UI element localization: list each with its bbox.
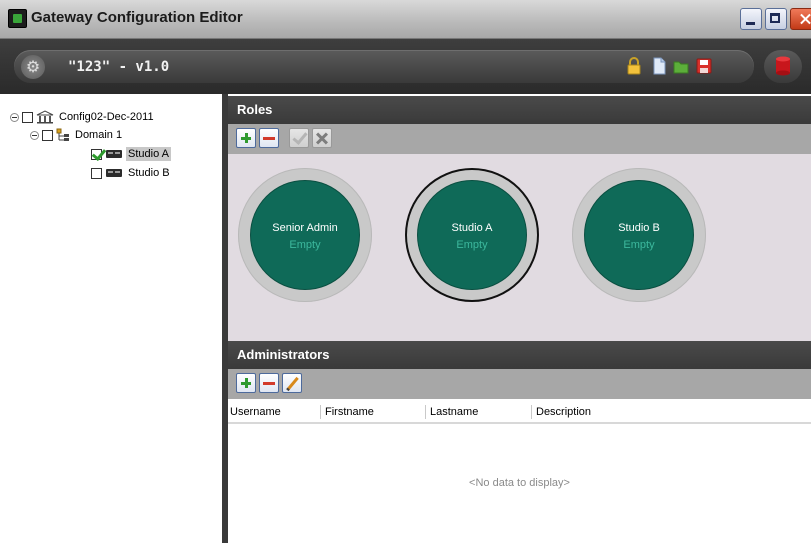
collapse-icon[interactable] [10, 112, 19, 122]
add-role-button[interactable] [236, 128, 256, 148]
config-tree-panel: Config02-Dec-2011 Domain 1 Studio A Stud… [0, 94, 228, 543]
administrators-header: Administrators [228, 341, 811, 369]
gear-icon[interactable]: ⚙ [21, 55, 45, 79]
studio-icon [106, 150, 122, 158]
domain-icon [56, 128, 69, 141]
window-title: Gateway Configuration Editor [31, 9, 243, 26]
tree-label-studio-b: Studio B [128, 167, 170, 179]
remove-role-button[interactable] [259, 128, 279, 148]
admin-grid-header: Username Firstname Lastname Description [228, 399, 811, 424]
admin-grid-body: <No data to display> [228, 424, 811, 543]
collapse-icon[interactable] [30, 130, 39, 140]
role-name: Studio B [618, 222, 660, 234]
tree-label-studio-a: Studio A [126, 147, 171, 161]
role-circle: Senior Admin Empty [251, 181, 359, 289]
role-node-studio-b[interactable]: Studio B Empty [572, 168, 706, 302]
tree-node-studio-b[interactable]: Studio B [91, 164, 172, 182]
building-icon [36, 110, 54, 124]
app-icon [8, 9, 27, 28]
maximize-button[interactable] [765, 8, 787, 30]
role-node-studio-a[interactable]: Studio A Empty [405, 168, 539, 302]
database-icon [776, 56, 790, 76]
empty-grid-message: <No data to display> [469, 477, 570, 489]
project-title: "123" - v1.0 [68, 59, 170, 75]
minimize-button[interactable] [740, 8, 762, 30]
tree-checkbox-checked[interactable] [91, 148, 102, 160]
tree-checkbox[interactable] [22, 111, 33, 123]
role-node-senior-admin[interactable]: Senior Admin Empty [238, 168, 372, 302]
roles-action-bar [228, 124, 811, 154]
role-circle: Studio B Empty [585, 181, 693, 289]
close-button[interactable] [790, 8, 811, 30]
title-bar: Gateway Configuration Editor [0, 0, 811, 39]
column-header-firstname[interactable]: Firstname [320, 405, 374, 419]
add-admin-button[interactable] [236, 373, 256, 393]
role-circle: Studio A Empty [418, 181, 526, 289]
database-button[interactable] [764, 50, 802, 83]
tree-node-domain[interactable]: Domain 1 [30, 126, 124, 144]
folder-icon[interactable] [673, 57, 689, 75]
edit-admin-button[interactable] [282, 373, 302, 393]
column-header-username[interactable]: Username [228, 405, 281, 419]
remove-admin-button[interactable] [259, 373, 279, 393]
role-status: Empty [623, 239, 655, 251]
administrators-action-bar [228, 369, 811, 399]
tree-checkbox[interactable] [42, 129, 53, 141]
apply-icon[interactable] [289, 128, 309, 148]
tree-node-studio-a[interactable]: Studio A [91, 145, 171, 163]
save-icon[interactable] [696, 57, 712, 75]
document-icon[interactable] [651, 57, 667, 75]
roles-canvas: Senior Admin Empty Studio A Empty Studio… [228, 154, 811, 341]
studio-icon [106, 169, 122, 177]
role-name: Senior Admin [272, 222, 338, 234]
cancel-icon[interactable] [312, 128, 332, 148]
tree-label-root: Config02-Dec-2011 [59, 111, 154, 123]
column-header-description[interactable]: Description [531, 405, 591, 419]
roles-header: Roles [228, 96, 811, 124]
role-name: Studio A [451, 222, 493, 234]
lock-icon[interactable] [626, 57, 642, 75]
main-toolbar: ⚙ "123" - v1.0 [0, 39, 811, 94]
role-status: Empty [289, 239, 321, 251]
tree-checkbox[interactable] [91, 167, 102, 179]
role-status: Empty [456, 239, 488, 251]
column-header-lastname[interactable]: Lastname [425, 405, 478, 419]
tree-label-domain: Domain 1 [75, 129, 123, 141]
tree-node-root[interactable]: Config02-Dec-2011 [10, 108, 156, 126]
